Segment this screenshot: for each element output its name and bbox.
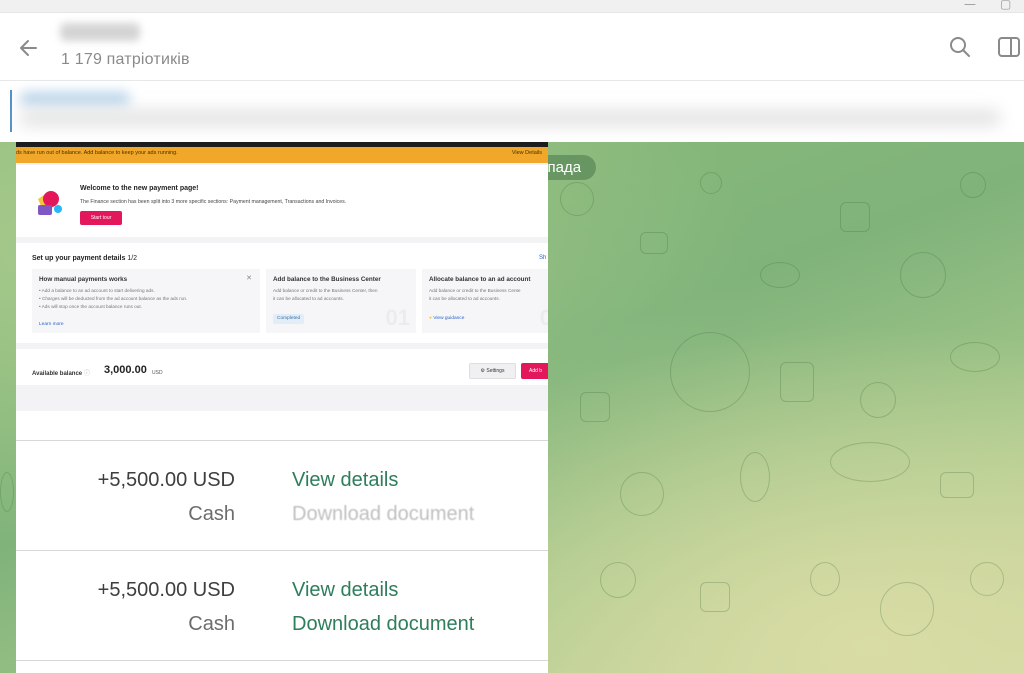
- search-button[interactable]: [946, 33, 974, 61]
- step-title: Allocate balance to an ad account: [429, 276, 531, 283]
- back-button[interactable]: [14, 33, 44, 63]
- payment-page: Welcome to the new payment page! The Fin…: [16, 163, 548, 411]
- step-number: 01: [385, 305, 410, 330]
- start-tour-button: Start tour: [80, 211, 122, 225]
- balance-label-text: Available balance: [32, 371, 83, 377]
- transaction-amount: +5,500.00 USD: [97, 579, 235, 601]
- step-line: it can be allocated to ad accounts.: [273, 296, 344, 301]
- step-number: 0: [539, 305, 548, 330]
- download-document-link: Download document: [292, 503, 475, 525]
- view-guidance-link: ● View guidance: [429, 316, 464, 321]
- transaction-amount: +5,500.00 USD: [97, 469, 235, 491]
- minimize-icon[interactable]: —: [964, 0, 976, 11]
- step-line: • Add a balance to an ad account to star…: [39, 288, 155, 293]
- settings-button: ⚙ Settings: [469, 363, 516, 379]
- row-divider: [16, 660, 548, 661]
- settings-label: Settings: [486, 368, 505, 374]
- transaction-method: Cash: [188, 613, 235, 635]
- learn-more-link: Learn more: [39, 322, 64, 327]
- search-icon: [950, 37, 970, 57]
- balance-value: 3,000.00: [104, 364, 147, 376]
- maximize-icon[interactable]: ▢: [1000, 0, 1011, 11]
- member-count: 1 179 патріотиків: [61, 51, 190, 68]
- pinned-accent-line: [10, 90, 12, 132]
- add-balance-button: Add b: [521, 363, 548, 379]
- gear-icon: ⚙: [480, 368, 485, 374]
- step-title: Add balance to the Business Center: [273, 276, 381, 283]
- setup-title: Set up your payment details 1/2: [32, 255, 137, 262]
- pinned-title-redacted: [20, 92, 130, 106]
- setup-step-3: Allocate balance to an ad account Add ba…: [422, 269, 548, 333]
- chat-title-redacted: [60, 23, 140, 41]
- step-line: • Charges will be deducted from the ad a…: [39, 296, 188, 301]
- close-icon: ✕: [246, 275, 252, 282]
- balance-currency: USD: [152, 370, 163, 376]
- step-title: How manual payments works: [39, 276, 128, 283]
- chat-header: 1 179 патріотиків: [0, 13, 1024, 81]
- row-divider: [16, 550, 548, 551]
- pinned-message-bar[interactable]: [0, 82, 1024, 142]
- setup-show-link: Sh: [539, 255, 547, 261]
- completed-badge: Completed: [273, 314, 305, 324]
- arrow-left-icon: [20, 40, 37, 56]
- window-title-strip: — ▢: [0, 0, 1024, 13]
- download-document-link: Download document: [292, 613, 475, 635]
- view-details-link: View details: [292, 469, 399, 491]
- step-line: it can be allocated to ad accounts.: [429, 296, 500, 301]
- balance-label: Available balance ⓘ: [32, 368, 90, 377]
- step-line: • Ads will stop once the account balance…: [39, 304, 143, 309]
- pinned-text-redacted: [20, 110, 1000, 126]
- warning-text: ds have run out of balance. Add balance …: [16, 150, 178, 156]
- setup-step-2: Add balance to the Business Center Add b…: [266, 269, 416, 333]
- info-icon: ⓘ: [83, 371, 90, 377]
- setup-progress: 1/2: [127, 255, 138, 262]
- view-guidance-text: View guidance: [433, 316, 465, 321]
- welcome-text: The Finance section has been split into …: [80, 199, 347, 205]
- message-image[interactable]: ds have run out of balance. Add balance …: [16, 142, 548, 673]
- view-details-link: View details: [292, 579, 399, 601]
- setup-title-text: Set up your payment details: [32, 255, 126, 262]
- bulb-icon: ●: [429, 316, 432, 321]
- warning-link: View Details: [511, 150, 542, 156]
- step-line: Add balance or credit to the Business Ce…: [273, 288, 378, 293]
- welcome-card: Welcome to the new payment page! The Fin…: [16, 165, 548, 237]
- payment-illustration-icon: [38, 191, 62, 215]
- step-line: Add balance or credit to the Business Ce…: [429, 288, 521, 293]
- welcome-title: Welcome to the new payment page!: [80, 185, 199, 192]
- sidebar-toggle-button[interactable]: [994, 33, 1022, 61]
- setup-step-1: How manual payments works ✕ • Add a bala…: [32, 269, 260, 333]
- sidebar-panel-icon: [998, 37, 1020, 57]
- transaction-method: Cash: [188, 503, 235, 525]
- row-divider: [16, 440, 548, 441]
- balance-warning-banner: ds have run out of balance. Add balance …: [16, 147, 548, 163]
